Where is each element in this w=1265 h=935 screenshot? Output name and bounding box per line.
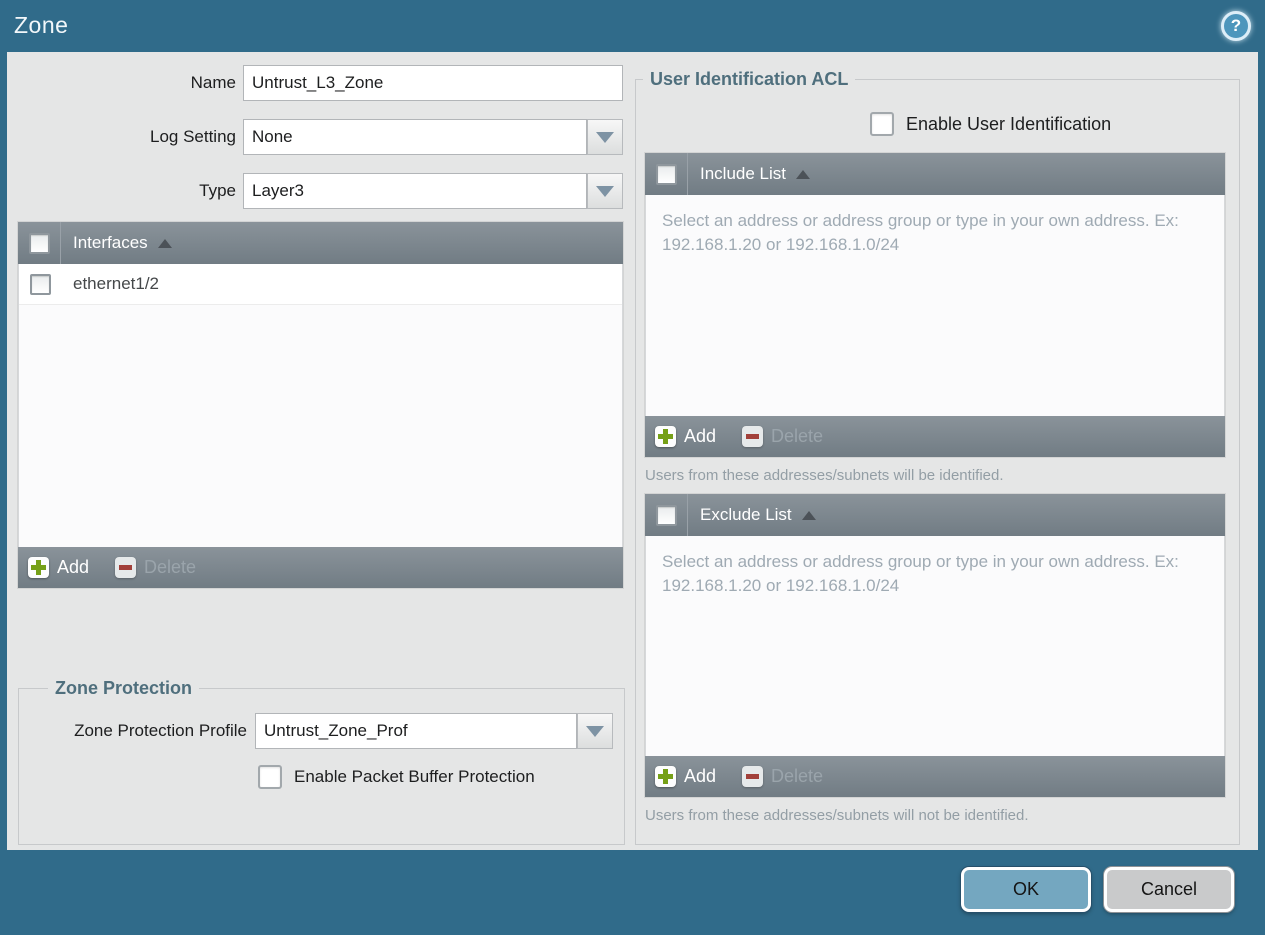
exclude-list-table: Exclude List Select an address or addres… bbox=[645, 494, 1225, 797]
header-checkbox-cell bbox=[645, 494, 688, 536]
exclude-select-all-checkbox[interactable] bbox=[655, 504, 677, 526]
chevron-down-icon bbox=[596, 185, 614, 197]
interfaces-column-header[interactable]: Interfaces bbox=[73, 233, 148, 253]
zone-protection-profile-label: Zone Protection Profile bbox=[74, 721, 247, 740]
plus-icon bbox=[655, 766, 676, 787]
add-button-label: Add bbox=[684, 766, 717, 786]
log-setting-select[interactable] bbox=[243, 119, 587, 155]
include-list-body[interactable]: Select an address or address group or ty… bbox=[645, 195, 1225, 416]
interfaces-table-header: Interfaces bbox=[18, 222, 623, 264]
chevron-down-icon bbox=[586, 725, 604, 737]
type-select[interactable] bbox=[243, 173, 587, 209]
interfaces-table-toolbar: Add Delete bbox=[18, 547, 623, 588]
cancel-button[interactable]: Cancel bbox=[1104, 867, 1234, 912]
user-id-acl-legend: User Identification ACL bbox=[643, 67, 856, 91]
header-checkbox-cell bbox=[645, 153, 688, 195]
type-label: Type bbox=[199, 181, 236, 200]
add-button-label: Add bbox=[57, 557, 90, 577]
include-list-placeholder: Select an address or address group or ty… bbox=[662, 211, 1179, 254]
enable-packet-buffer-checkbox[interactable] bbox=[258, 765, 282, 789]
delete-include-button[interactable]: Delete bbox=[742, 426, 823, 447]
zone-protection-profile-select[interactable] bbox=[255, 713, 577, 749]
zone-dialog-window: Zone ? Name Log Setting Type Interfaces bbox=[0, 0, 1265, 935]
exclude-list-caption: Users from these addresses/subnets will … bbox=[645, 807, 1029, 824]
include-list-column-header[interactable]: Include List bbox=[700, 164, 786, 184]
exclude-list-placeholder: Select an address or address group or ty… bbox=[662, 552, 1179, 595]
help-icon[interactable]: ? bbox=[1221, 11, 1251, 41]
add-include-button[interactable]: Add bbox=[655, 426, 716, 447]
sort-ascending-icon[interactable] bbox=[801, 510, 816, 520]
delete-exclude-button[interactable]: Delete bbox=[742, 766, 823, 787]
include-list-caption: Users from these addresses/subnets will … bbox=[645, 467, 1004, 484]
log-setting-dropdown-trigger[interactable] bbox=[587, 119, 623, 155]
log-setting-label: Log Setting bbox=[149, 127, 236, 146]
enable-packet-buffer-label: Enable Packet Buffer Protection bbox=[294, 767, 535, 786]
interface-name: ethernet1/2 bbox=[73, 274, 160, 293]
zone-protection-legend: Zone Protection bbox=[48, 676, 200, 700]
minus-icon bbox=[115, 557, 137, 578]
row-checkbox-cell bbox=[19, 273, 61, 295]
delete-button-label: Delete bbox=[771, 766, 824, 786]
ok-button[interactable]: OK bbox=[961, 867, 1091, 912]
plus-icon bbox=[655, 426, 676, 447]
include-list-toolbar: Add Delete bbox=[645, 416, 1225, 457]
exclude-list-toolbar: Add Delete bbox=[645, 756, 1225, 797]
user-id-acl-section: User Identification ACL Enable User Iden… bbox=[635, 67, 1240, 845]
sort-ascending-icon[interactable] bbox=[796, 169, 810, 179]
add-interface-button[interactable]: Add bbox=[28, 557, 89, 578]
enable-user-id-checkbox[interactable] bbox=[870, 112, 894, 136]
interfaces-table: Interfaces ethernet1/2 Add Delete bbox=[18, 222, 623, 588]
header-checkbox-cell bbox=[18, 222, 61, 264]
add-exclude-button[interactable]: Add bbox=[655, 766, 716, 787]
name-label: Name bbox=[190, 73, 236, 92]
dialog-titlebar: Zone ? bbox=[0, 0, 1265, 52]
name-input[interactable] bbox=[243, 65, 623, 101]
sort-ascending-icon[interactable] bbox=[157, 238, 172, 248]
include-list-table: Include List Select an address or addres… bbox=[645, 153, 1225, 457]
dialog-body: Name Log Setting Type Interfaces bbox=[7, 52, 1258, 850]
enable-user-id-label: Enable User Identification bbox=[906, 114, 1112, 134]
delete-interface-button[interactable]: Delete bbox=[115, 557, 196, 578]
zone-protection-section: Zone Protection Zone Protection Profile … bbox=[18, 676, 625, 845]
exclude-list-body[interactable]: Select an address or address group or ty… bbox=[645, 536, 1225, 756]
exclude-list-header: Exclude List bbox=[645, 494, 1225, 536]
add-button-label: Add bbox=[684, 426, 717, 446]
interfaces-select-all-checkbox[interactable] bbox=[28, 232, 50, 254]
include-list-header: Include List bbox=[645, 153, 1225, 195]
interface-row[interactable]: ethernet1/2 bbox=[19, 264, 622, 305]
dialog-title: Zone bbox=[14, 12, 69, 38]
minus-icon bbox=[742, 426, 764, 447]
include-select-all-checkbox[interactable] bbox=[655, 163, 677, 185]
plus-icon bbox=[28, 557, 49, 578]
delete-button-label: Delete bbox=[144, 557, 197, 577]
type-dropdown-trigger[interactable] bbox=[587, 173, 623, 209]
chevron-down-icon bbox=[596, 131, 614, 143]
minus-icon bbox=[742, 766, 764, 787]
interfaces-table-body: ethernet1/2 bbox=[18, 264, 623, 547]
interface-row-checkbox[interactable] bbox=[29, 273, 51, 295]
zone-protection-profile-dropdown-trigger[interactable] bbox=[577, 713, 613, 749]
delete-button-label: Delete bbox=[771, 426, 824, 446]
exclude-list-column-header[interactable]: Exclude List bbox=[700, 505, 792, 525]
